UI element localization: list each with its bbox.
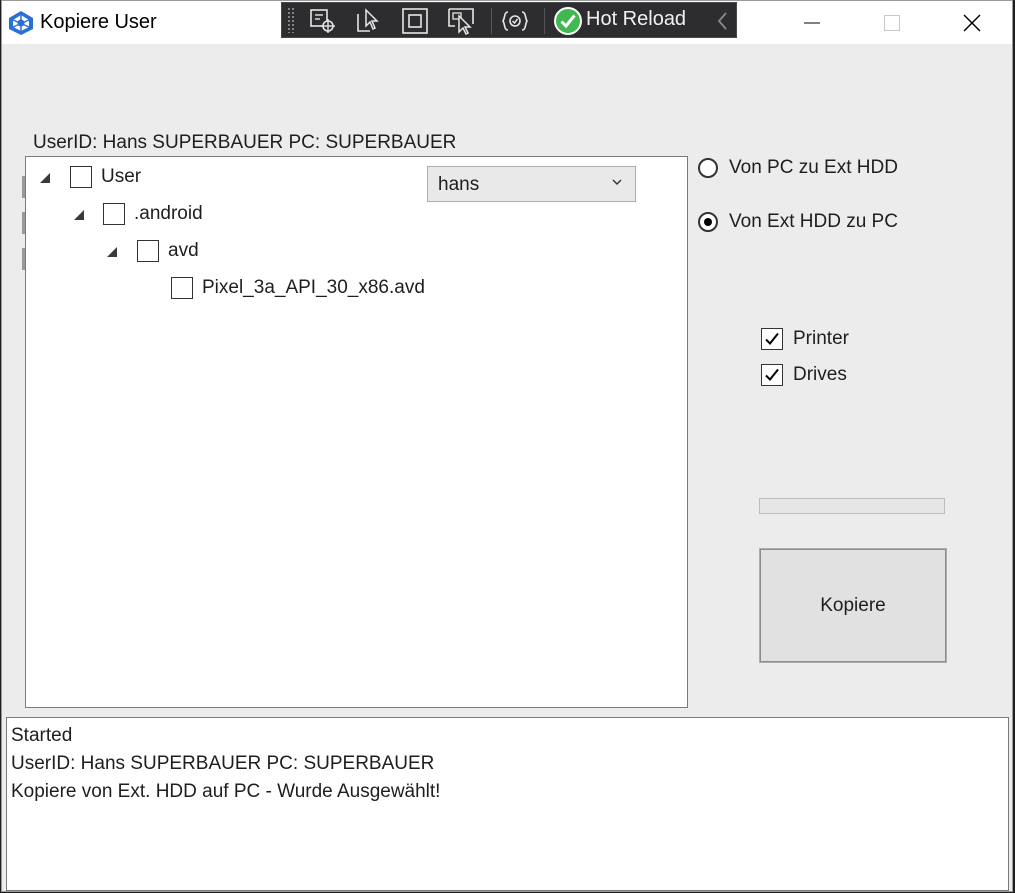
app-window: Kopiere User Hot Reload UserID: Hans SUP… <box>1 0 1013 892</box>
checkbox-box[interactable] <box>761 364 783 386</box>
user-dropdown[interactable]: hans <box>427 166 636 202</box>
radio-label: Von PC zu Ext HDD <box>729 157 898 178</box>
radio-pc-to-ext-hdd[interactable]: Von PC zu Ext HDD <box>698 157 898 179</box>
radio-label: Von Ext HDD zu PC <box>729 211 898 232</box>
expand-arrow-icon[interactable] <box>74 210 84 220</box>
toolbar-separator <box>491 8 492 34</box>
user-dropdown-value: hans <box>438 174 480 195</box>
close-icon <box>963 14 981 31</box>
minimize-icon <box>804 22 820 23</box>
radio-selected-dot <box>704 218 712 226</box>
tree-node-label: Pixel_3a_API_30_x86.avd <box>202 277 425 298</box>
hot-reload-label[interactable]: Hot Reload <box>586 8 686 31</box>
copy-progress-bar <box>759 498 945 514</box>
chevron-left-icon[interactable] <box>708 6 738 36</box>
hot-reload-check-icon <box>554 7 582 35</box>
log-line: UserID: Hans SUPERBAUER PC: SUPERBAUER <box>11 753 435 774</box>
checkmark-icon <box>765 332 779 345</box>
maximize-button[interactable] <box>851 1 933 44</box>
close-button[interactable] <box>931 1 1012 44</box>
expand-arrow-icon[interactable] <box>40 173 50 183</box>
radio-ext-hdd-to-pc[interactable]: Von Ext HDD zu PC <box>698 211 898 233</box>
radio-circle[interactable] <box>698 212 718 232</box>
checkbox-label: Printer <box>793 328 849 349</box>
chevron-down-icon <box>612 179 622 185</box>
drives-checkbox[interactable]: Drives <box>761 364 847 386</box>
select-element-icon[interactable] <box>308 6 338 36</box>
tree-node-label: User <box>101 166 142 187</box>
debug-toolbar: Hot Reload <box>281 2 737 38</box>
checkbox-box[interactable] <box>761 328 783 350</box>
minimize-button[interactable] <box>771 1 853 44</box>
user-info-label: UserID: Hans SUPERBAUER PC: SUPERBAUER <box>33 132 457 153</box>
folder-tree[interactable]: User .android avd Pixel_3a_API_30_x86.av… <box>25 156 688 708</box>
printer-checkbox[interactable]: Printer <box>761 328 849 350</box>
cursor-select-icon[interactable] <box>354 6 384 36</box>
copy-button[interactable]: Kopiere <box>759 548 947 663</box>
display-adorners-icon[interactable] <box>400 6 430 36</box>
maximize-icon <box>884 14 900 31</box>
tree-node-label: .android <box>134 203 203 224</box>
tree-checkbox[interactable] <box>137 240 159 262</box>
direction-group: Von PC zu Ext HDD Von Ext HDD zu PC <box>698 151 904 251</box>
checkbox-label: Drives <box>793 364 847 385</box>
tree-node-user[interactable]: User <box>70 163 141 191</box>
log-line: Kopiere von Ext. HDD auf PC - Wurde Ausg… <box>11 781 441 802</box>
log-line: Started <box>11 725 73 746</box>
toolbar-separator <box>544 8 545 34</box>
track-focus-icon[interactable] <box>446 6 476 36</box>
log-output[interactable]: Started UserID: Hans SUPERBAUER PC: SUPE… <box>6 717 1009 891</box>
app-logo-icon <box>9 11 33 35</box>
tree-node-label: avd <box>168 240 199 261</box>
toolbar-grip[interactable] <box>287 7 295 33</box>
checkmark-icon <box>765 368 779 381</box>
binding-failures-icon[interactable] <box>500 6 530 36</box>
tree-node-android[interactable]: .android <box>103 200 203 228</box>
expand-arrow-icon[interactable] <box>107 247 117 257</box>
tree-node-pixel-avd[interactable]: Pixel_3a_API_30_x86.avd <box>171 274 425 302</box>
radio-circle[interactable] <box>698 158 718 178</box>
window-title: Kopiere User <box>40 11 157 33</box>
tree-checkbox[interactable] <box>103 203 125 225</box>
tree-checkbox[interactable] <box>70 166 92 188</box>
tree-node-avd[interactable]: avd <box>137 237 199 265</box>
tree-checkbox[interactable] <box>171 277 193 299</box>
